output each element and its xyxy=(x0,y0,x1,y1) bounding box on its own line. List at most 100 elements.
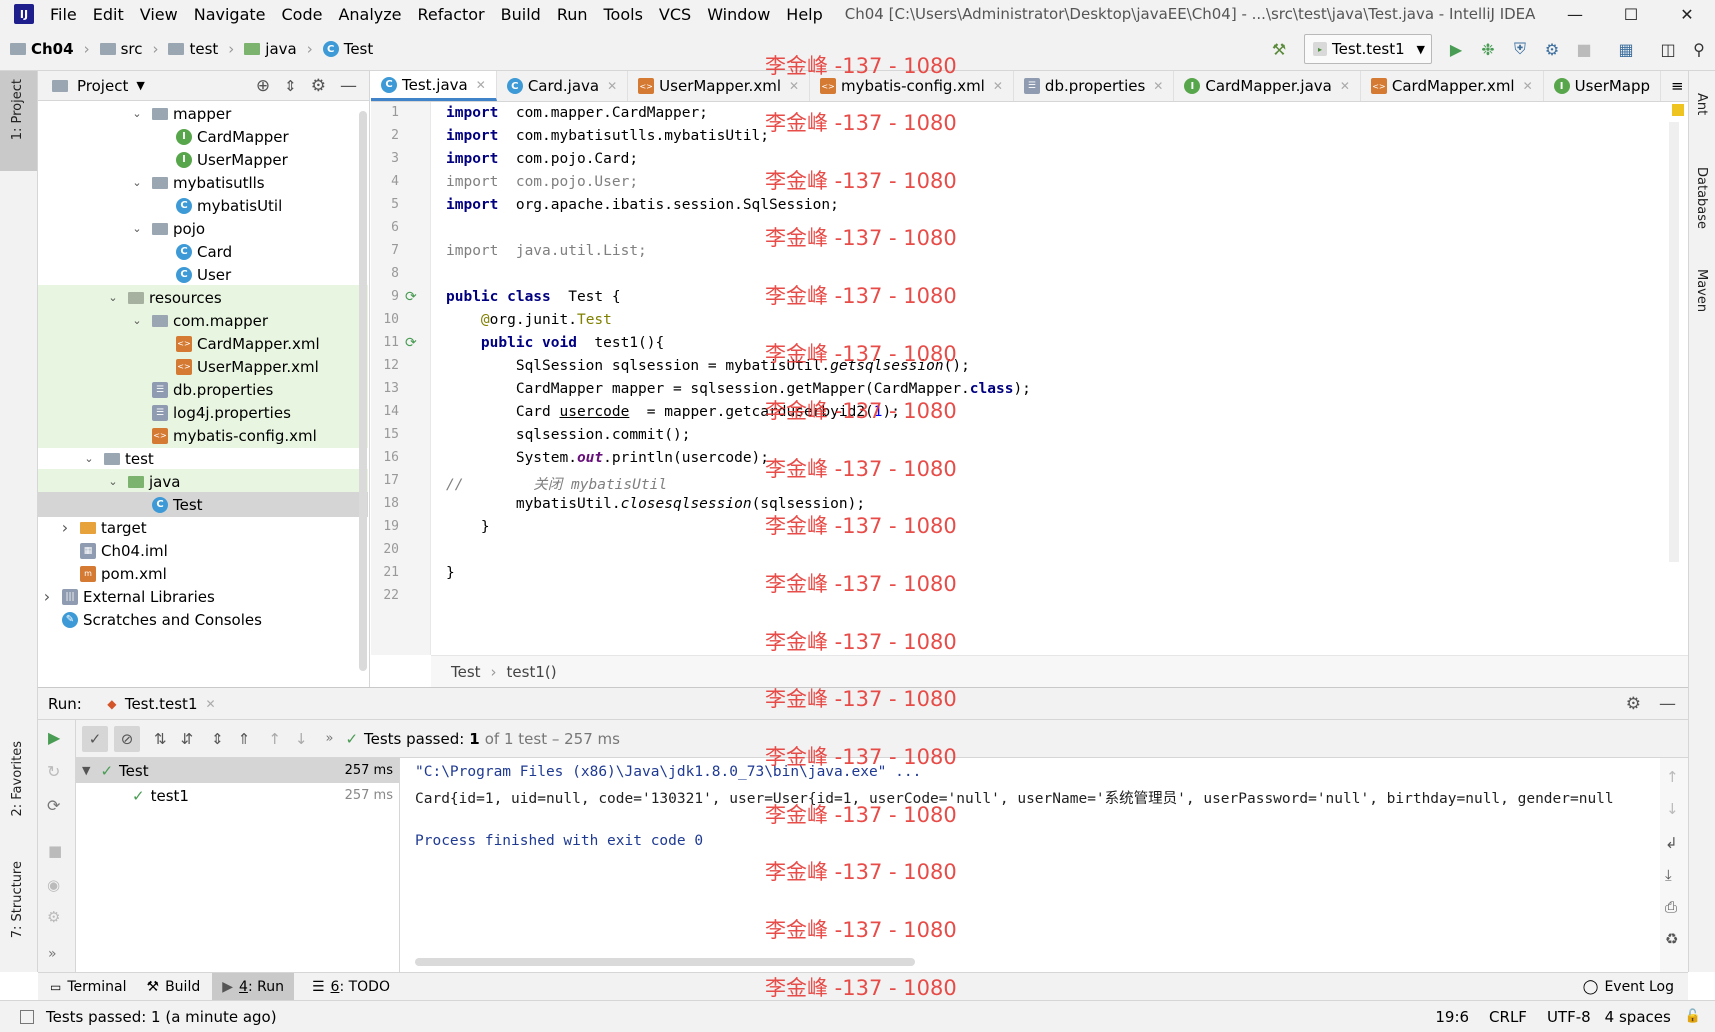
gear-icon[interactable]: ⚙ xyxy=(1626,694,1641,714)
chevron-down-icon[interactable]: ⌄ xyxy=(130,107,144,120)
project-tree-item[interactable]: ▦ Ch04.iml xyxy=(38,538,368,563)
next-failed-icon[interactable]: ↓ xyxy=(295,730,308,748)
project-tree-item[interactable]: <> UserMapper.xml xyxy=(38,354,368,379)
project-structure-icon[interactable]: ▦ xyxy=(1613,36,1639,62)
layout-icon[interactable]: ◫ xyxy=(1655,36,1681,62)
menu-file[interactable]: File xyxy=(50,5,77,24)
editor-tab[interactable]: C Test.java ✕ xyxy=(371,71,497,101)
close-icon[interactable]: ✕ xyxy=(1340,79,1350,93)
collapse-all-icon[interactable]: ⇑ xyxy=(238,730,251,748)
project-tree-item[interactable]: <> mybatis-config.xml xyxy=(38,423,368,448)
gear-icon[interactable]: ⚙ xyxy=(311,76,326,96)
project-tool-label[interactable]: 1: Project xyxy=(10,79,25,140)
menu-navigate[interactable]: Navigate xyxy=(194,5,266,24)
editor-tab[interactable]: I CardMapper.java ✕ xyxy=(1174,71,1361,101)
rerun-failed-icon[interactable]: ↻ xyxy=(47,762,60,781)
close-icon[interactable]: ✕ xyxy=(607,79,617,93)
project-tree-item[interactable]: ⌄ com.mapper xyxy=(38,308,368,333)
project-tree-item[interactable]: ⌄ resources xyxy=(38,285,368,310)
breadcrumb-test[interactable]: test › xyxy=(168,40,234,58)
camera-icon[interactable]: ◉ xyxy=(47,876,60,894)
build-tab[interactable]: ⚒ Build xyxy=(147,979,201,995)
run-icon[interactable]: ▶ xyxy=(1443,36,1469,62)
project-tree-item[interactable]: › target xyxy=(38,515,368,540)
project-tree-item[interactable]: I UserMapper xyxy=(38,147,368,172)
chevron-down-icon[interactable]: ⌄ xyxy=(130,222,144,235)
coverage-icon[interactable]: ⛨ xyxy=(1507,36,1533,62)
chevron-right-icon[interactable]: › xyxy=(40,587,54,606)
soft-wrap-icon[interactable]: ↲ xyxy=(1665,834,1678,852)
project-tree-item[interactable]: ⌄ mapper xyxy=(38,101,368,126)
menu-view[interactable]: View xyxy=(140,5,178,24)
project-tree-item[interactable]: m pom.xml xyxy=(38,561,368,586)
console-output[interactable]: "C:\Program Files (x86)\Java\jdk1.8.0_73… xyxy=(400,758,1660,972)
event-log-tab[interactable]: ◯ Event Log xyxy=(1583,979,1674,995)
project-scrollbar[interactable] xyxy=(359,111,367,671)
rerun-icon[interactable]: ▶ xyxy=(48,728,60,747)
editor-scrollbar[interactable] xyxy=(1669,122,1679,562)
breadcrumb-method[interactable]: test1() xyxy=(507,663,557,681)
project-view-select[interactable]: Project xyxy=(77,77,128,95)
close-icon[interactable]: ✕ xyxy=(1153,79,1163,93)
editor-tab[interactable]: <> mybatis-config.xml ✕ xyxy=(810,71,1014,101)
terminal-tab[interactable]: ▭ Terminal xyxy=(50,979,127,995)
editor-tab[interactable]: C Card.java ✕ xyxy=(497,71,629,101)
maven-tool-label[interactable]: Maven xyxy=(1694,269,1709,312)
database-tool-label[interactable]: Database xyxy=(1694,167,1709,229)
minimize-icon[interactable]: — xyxy=(1550,0,1600,28)
project-tree-item[interactable]: ⌄ mybatisutlls xyxy=(38,170,368,195)
indent-setting[interactable]: 4 spaces xyxy=(1605,1008,1671,1026)
project-tree-item[interactable]: ☰ db.properties xyxy=(38,377,368,402)
sort-alpha-icon[interactable]: ⇅ xyxy=(154,730,167,748)
profile-icon[interactable]: ⚙ xyxy=(1539,36,1565,62)
close-icon[interactable]: ✕ xyxy=(1523,79,1533,93)
project-tree-item[interactable]: C Test xyxy=(38,492,368,517)
test-class-row[interactable]: ▼ ✓ Test 257 ms xyxy=(76,758,399,783)
project-tree-item[interactable]: › ||| External Libraries xyxy=(38,584,368,609)
chevron-down-icon[interactable]: ▼ xyxy=(136,79,144,92)
search-icon[interactable]: ⚲ xyxy=(1686,36,1712,62)
menu-code[interactable]: Code xyxy=(282,5,323,24)
menu-edit[interactable]: Edit xyxy=(93,5,124,24)
file-encoding[interactable]: UTF-8 xyxy=(1547,1008,1591,1026)
scroll-to-end-icon[interactable]: ⤓ xyxy=(1665,866,1672,884)
expand-all-icon[interactable]: ⇕ xyxy=(211,730,224,748)
project-tree-item[interactable]: <> CardMapper.xml xyxy=(38,331,368,356)
stop-icon[interactable]: ■ xyxy=(1571,36,1597,62)
settings-icon[interactable]: ⚙ xyxy=(47,908,60,926)
project-tree-item[interactable]: ☰ log4j.properties xyxy=(38,400,368,425)
down-arrow-icon[interactable]: ↓ xyxy=(1666,800,1679,818)
menu-build[interactable]: Build xyxy=(501,5,541,24)
editor-tab[interactable]: <> CardMapper.xml ✕ xyxy=(1361,71,1544,101)
run-configuration-select[interactable]: ▸ Test.test1 ▼ xyxy=(1304,34,1432,64)
chevron-down-icon[interactable]: ⌄ xyxy=(106,291,120,304)
project-tree-item[interactable]: I CardMapper xyxy=(38,124,368,149)
inspection-status-icon[interactable] xyxy=(1672,104,1684,116)
close-icon[interactable]: ✕ xyxy=(993,79,1003,93)
structure-tool-label[interactable]: 7: Structure xyxy=(10,861,25,938)
breadcrumb-java[interactable]: java › xyxy=(244,40,313,58)
previous-failed-icon[interactable]: ↑ xyxy=(268,730,281,748)
favorites-tool-label[interactable]: 2: Favorites xyxy=(10,741,25,817)
debug-icon[interactable]: ❉ xyxy=(1475,36,1501,62)
menu-vcs[interactable]: VCS xyxy=(659,5,691,24)
status-toggle-icon[interactable] xyxy=(20,1009,34,1024)
project-tree-item[interactable]: C Card xyxy=(38,239,368,264)
run-tab[interactable]: ◆ Test.test1 ✕ xyxy=(104,695,215,713)
chevron-down-icon[interactable]: ⌄ xyxy=(130,314,144,327)
breadcrumb-class[interactable]: Test xyxy=(451,663,481,681)
project-tree-item[interactable]: ⌄ pojo xyxy=(38,216,368,241)
chevron-down-icon[interactable]: ⌄ xyxy=(106,475,120,488)
close-icon[interactable]: ✕ xyxy=(789,79,799,93)
show-ignored-icon[interactable]: ⊘ xyxy=(114,725,140,752)
run-tool-tab[interactable]: ▶ 4: Run xyxy=(212,972,294,1001)
maximize-icon[interactable]: ☐ xyxy=(1606,0,1656,28)
chevron-down-icon[interactable]: ⌄ xyxy=(82,452,96,465)
caret-position[interactable]: 19:6 xyxy=(1435,1008,1469,1026)
console-horizontal-scrollbar[interactable] xyxy=(415,958,915,966)
hide-panel-icon[interactable]: — xyxy=(340,76,357,96)
menu-analyze[interactable]: Analyze xyxy=(338,5,401,24)
hide-panel-icon[interactable]: — xyxy=(1659,694,1676,714)
project-tree-item[interactable]: CmybatisUtil xyxy=(38,193,368,218)
toggle-auto-test-icon[interactable]: ⟳ xyxy=(47,796,60,815)
